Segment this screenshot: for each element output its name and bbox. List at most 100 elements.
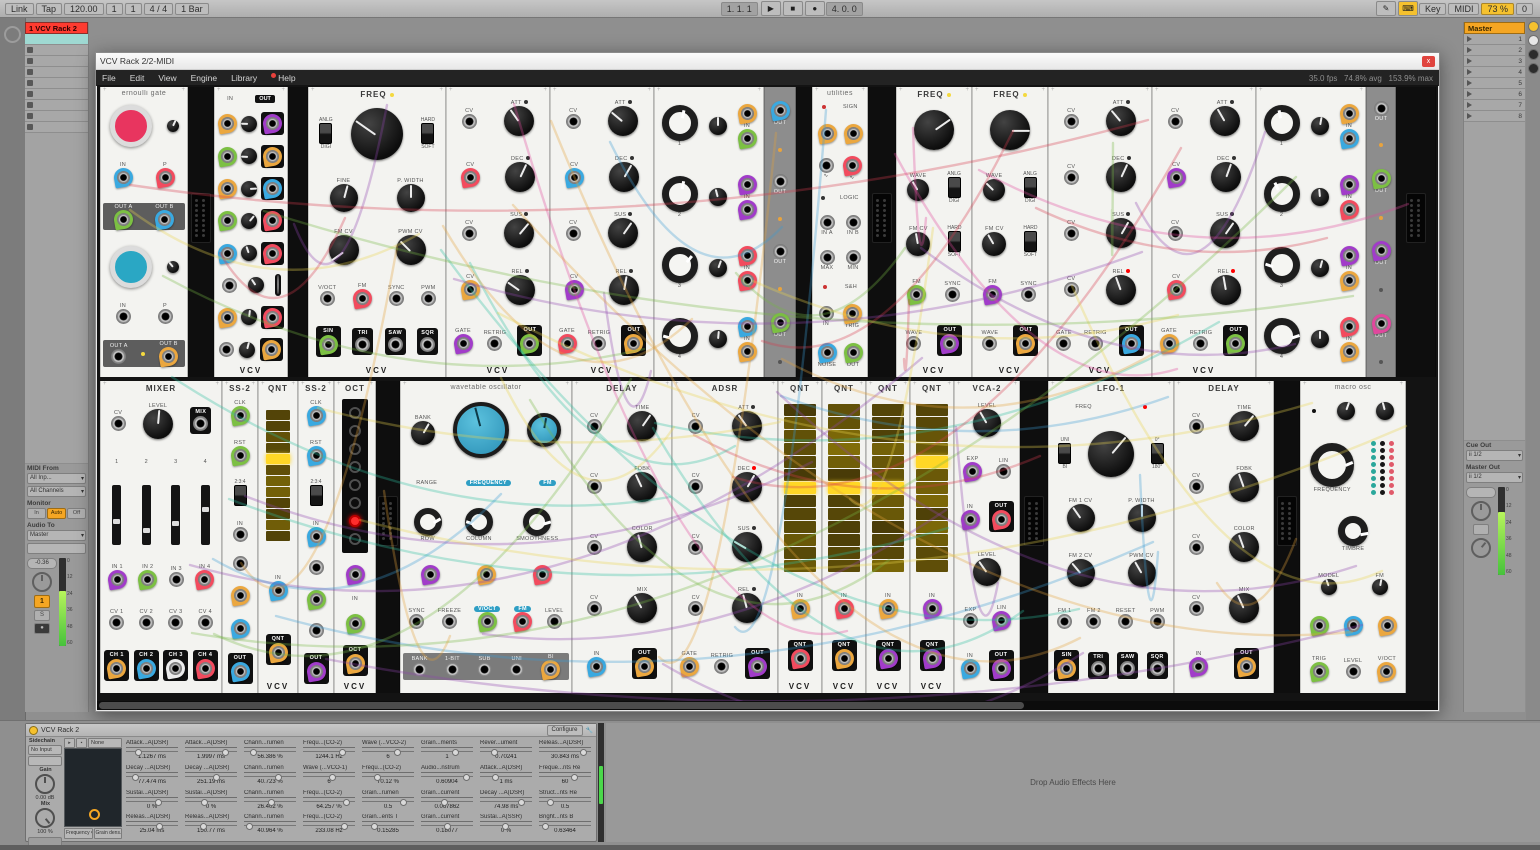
jack-port[interactable] [222, 278, 237, 293]
ch 4-output[interactable]: CH 4 [193, 650, 218, 681]
small-knob[interactable] [241, 213, 257, 229]
jack-port[interactable] [1375, 244, 1388, 257]
toggle-switch[interactable] [1024, 177, 1037, 198]
cv-port[interactable] [688, 601, 703, 616]
sync-port[interactable] [945, 287, 960, 302]
cv-port[interactable] [1064, 282, 1079, 297]
rst-port[interactable] [234, 449, 247, 462]
cue-out-select[interactable]: ii 1/2▾ [1466, 450, 1523, 461]
jack-port[interactable] [221, 150, 234, 163]
io-toggle-icon[interactable] [4, 26, 21, 43]
transport-item-1[interactable]: 1 [125, 3, 142, 15]
att-knob[interactable] [504, 106, 534, 136]
param-slider[interactable] [362, 798, 414, 804]
gate-port[interactable] [457, 337, 470, 350]
param-slider[interactable] [421, 798, 473, 804]
midi-from-select[interactable]: All Inp...▾ [27, 473, 86, 484]
gate-port[interactable] [683, 660, 696, 673]
qnt-output[interactable]: QNT [788, 640, 813, 671]
cue-volume-knob[interactable] [1471, 538, 1491, 558]
p-width-knob[interactable] [397, 184, 425, 212]
param-slider[interactable] [539, 798, 591, 804]
jack-port[interactable] [846, 250, 861, 265]
close-button[interactable]: x [1422, 56, 1435, 67]
quantizer-led-column[interactable] [828, 404, 860, 572]
small-knob[interactable] [709, 117, 727, 135]
jack-port[interactable] [1343, 249, 1356, 262]
transport-right-1[interactable]: MIDI [1448, 3, 1479, 15]
menu-view[interactable]: View [158, 73, 176, 83]
sin-output[interactable]: SIN [1054, 650, 1079, 681]
fm-2-port[interactable] [1086, 614, 1101, 629]
param-slider[interactable] [126, 798, 178, 804]
jack-port[interactable] [221, 311, 234, 324]
menu-library[interactable]: Library [231, 73, 257, 83]
color-knob[interactable] [1229, 532, 1259, 562]
param-slider[interactable] [185, 822, 237, 828]
qnt-port[interactable] [926, 652, 939, 665]
in-port[interactable] [794, 602, 807, 615]
jack-port[interactable] [221, 214, 234, 227]
cv-1-port[interactable] [109, 615, 124, 630]
att-knob[interactable] [1106, 106, 1136, 136]
cv-port[interactable] [111, 416, 126, 431]
jack-port[interactable] [1343, 203, 1356, 216]
jack-port[interactable] [741, 107, 754, 120]
jack-port[interactable] [1313, 619, 1326, 632]
mix-port[interactable] [193, 416, 208, 431]
scene-slot[interactable]: 8 [1464, 111, 1525, 122]
out-output[interactable]: OUT [1013, 325, 1038, 356]
clip-slot[interactable] [25, 122, 88, 133]
transport-item-link[interactable]: Link [5, 3, 34, 15]
fm-port[interactable] [356, 292, 369, 305]
cv-port[interactable] [462, 114, 477, 129]
jack-port[interactable] [846, 307, 859, 320]
4-knob[interactable] [1264, 318, 1300, 354]
jack-port[interactable] [819, 158, 834, 173]
param-slider[interactable] [539, 822, 591, 828]
jack-port[interactable] [349, 617, 362, 630]
menu-engine[interactable]: Engine [191, 73, 217, 83]
save-preset-icon[interactable]: ▪ [76, 738, 87, 748]
out-port[interactable] [310, 665, 323, 678]
pwm-port[interactable] [1150, 614, 1165, 629]
big-round-button[interactable] [110, 105, 152, 147]
param-slider[interactable] [303, 798, 355, 804]
transport-right-3[interactable]: 0 [1516, 3, 1533, 15]
fm-1-port[interactable] [1057, 614, 1072, 629]
jack-port[interactable] [1374, 101, 1389, 116]
jack-port[interactable] [309, 623, 324, 638]
uni-port[interactable] [509, 662, 524, 677]
jack-port[interactable] [266, 214, 279, 227]
out-output[interactable]: OUT [1223, 325, 1248, 356]
sin-output[interactable]: SIN [316, 326, 341, 357]
monitor-in-button[interactable]: In [27, 508, 46, 519]
sus-knob[interactable] [1106, 218, 1136, 248]
out-output[interactable]: OUT [1119, 325, 1144, 356]
out-output[interactable]: OUT [1234, 648, 1259, 679]
jack-port[interactable] [266, 311, 279, 324]
cv-port[interactable] [688, 540, 703, 555]
clip-slot[interactable] [25, 45, 88, 56]
param-slider[interactable] [480, 798, 532, 804]
small-knob[interactable] [167, 261, 179, 273]
window-title-bar[interactable]: VCV Rack 2/2-MIDI x [96, 53, 1439, 70]
jack-port[interactable] [1343, 132, 1356, 145]
param-slider[interactable] [185, 773, 237, 779]
out-output[interactable]: OUT [517, 325, 542, 356]
cv-port[interactable] [1170, 171, 1183, 184]
fm-port[interactable] [516, 615, 529, 628]
param-slider[interactable] [539, 748, 591, 754]
jack-port[interactable] [741, 345, 754, 358]
sqr-port[interactable] [420, 337, 435, 352]
preview-toggle-icon[interactable] [1528, 21, 1539, 32]
rel-knob[interactable] [1106, 275, 1136, 305]
retrig-port[interactable] [714, 659, 729, 674]
level-knob[interactable] [973, 409, 1001, 437]
att-knob[interactable] [608, 106, 638, 136]
jack-port[interactable] [1343, 178, 1356, 191]
fine-knob[interactable] [330, 184, 358, 212]
2-knob[interactable] [662, 176, 698, 212]
jack-port[interactable] [1343, 107, 1356, 120]
out-output[interactable]: OUT [228, 653, 253, 684]
